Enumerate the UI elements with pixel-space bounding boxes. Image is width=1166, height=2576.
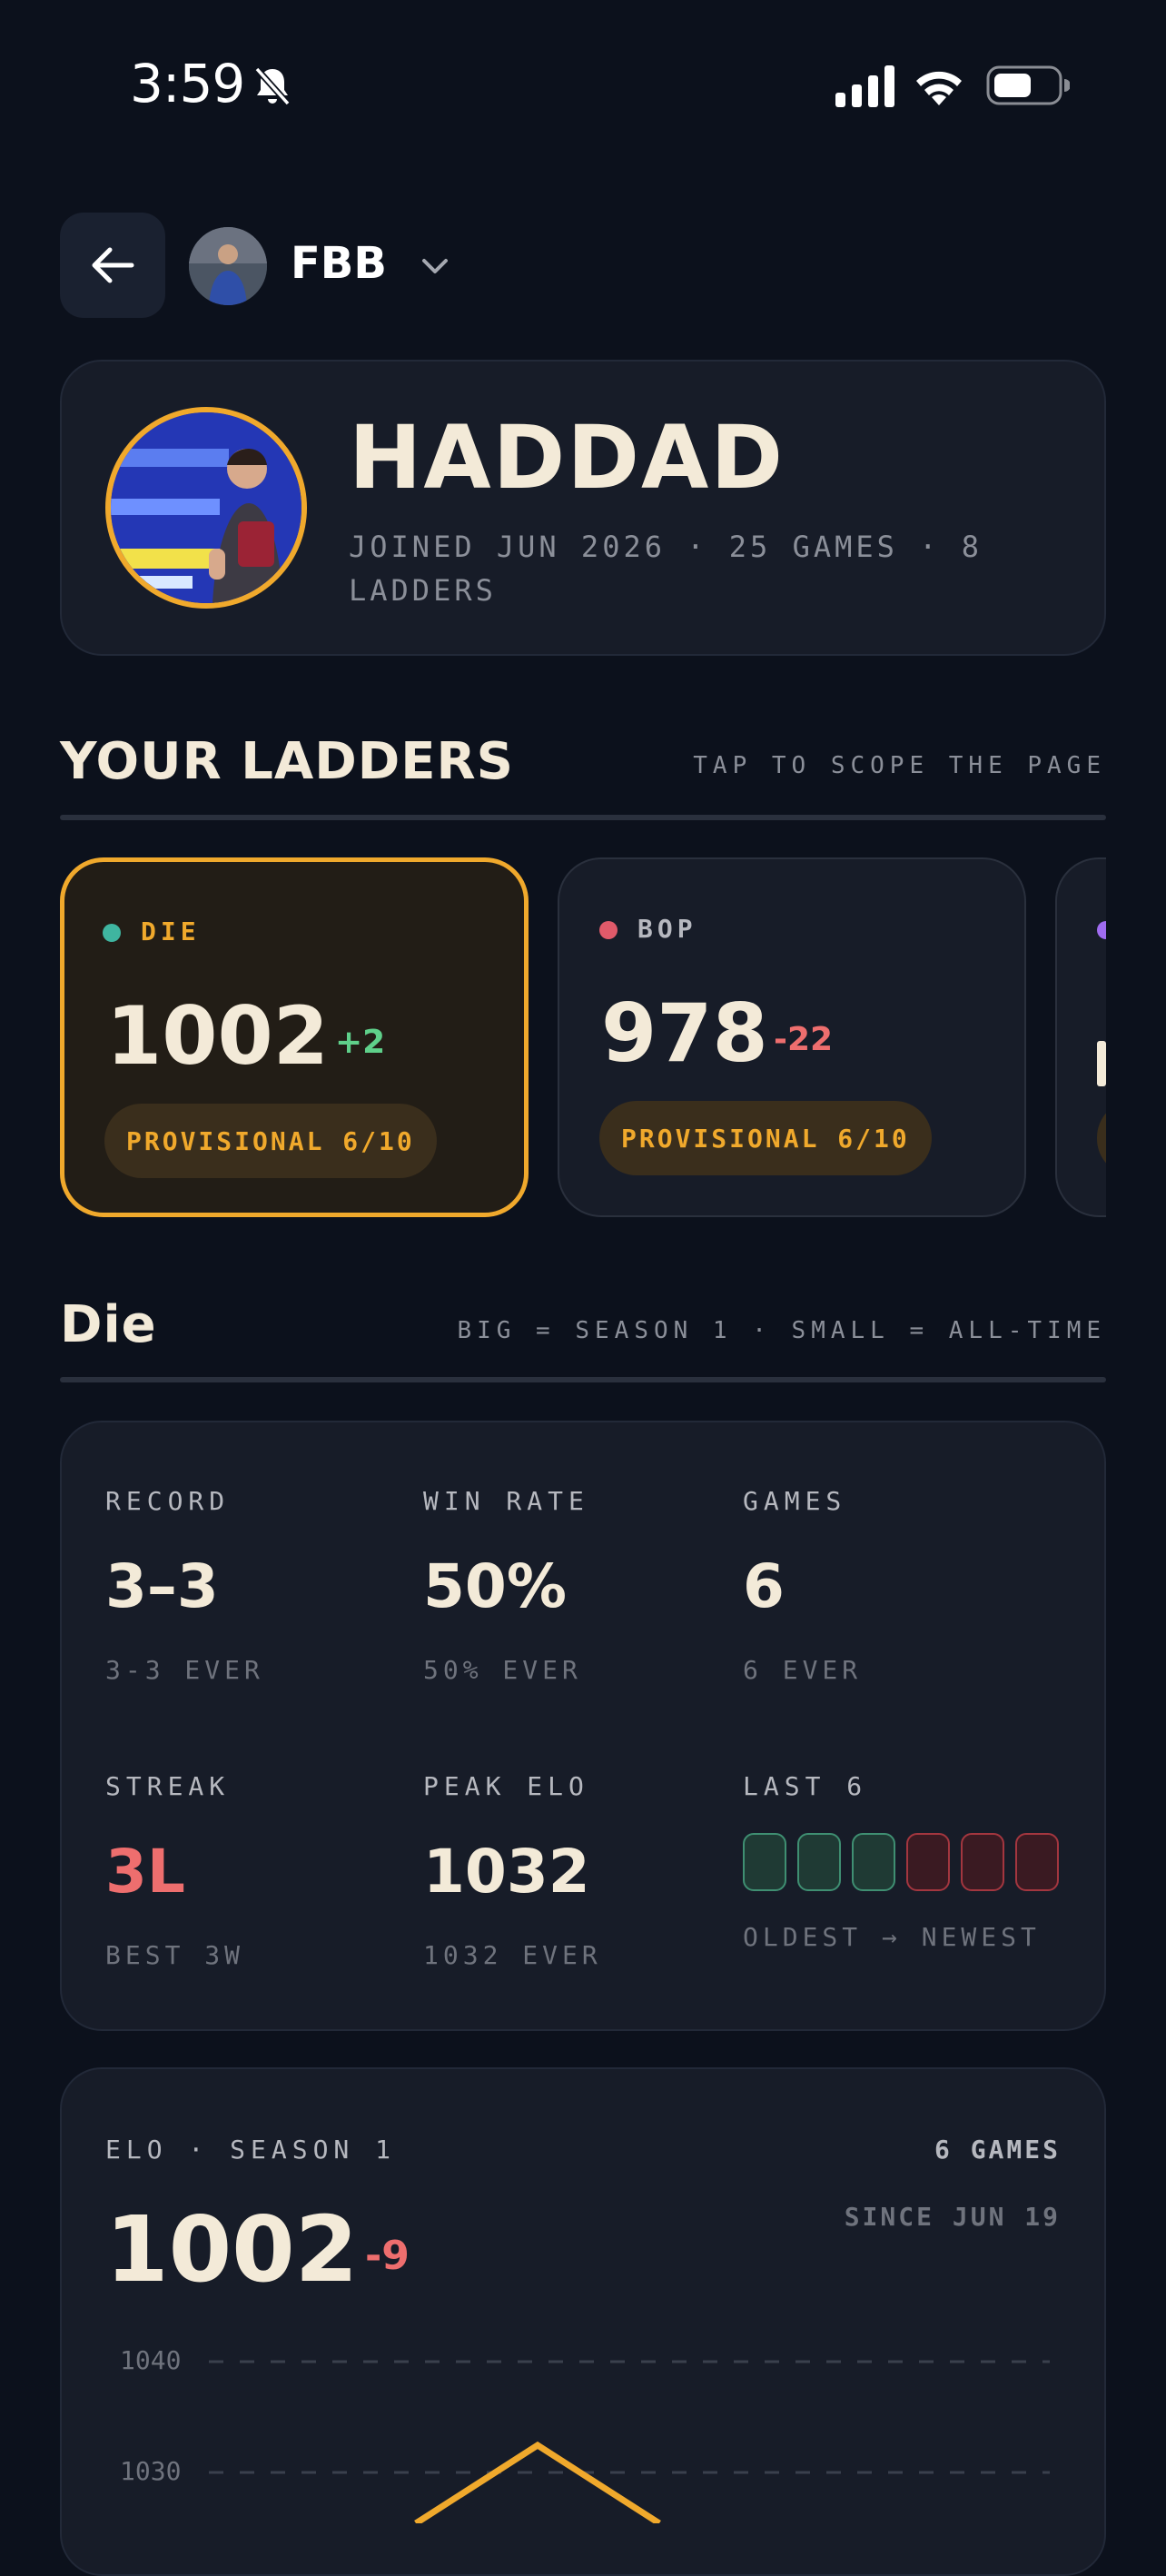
battery-icon (986, 65, 1070, 105)
ladder-dot-partial (1097, 921, 1106, 939)
elo-line (414, 2441, 661, 2523)
elo-card-label: ELO · SEASON 1 (105, 2135, 397, 2165)
recent-form-row (743, 1833, 1062, 1891)
wifi-icon (916, 71, 962, 105)
ladder-carousel[interactable]: DIE 1002 +2 PROVISIONAL 6/10 BOP 978 -22… (0, 817, 1106, 1235)
ladder-status-pill: PROVISIONAL 6/10 (104, 1104, 437, 1178)
back-button[interactable] (60, 213, 165, 318)
form-box-win (797, 1833, 841, 1891)
peak-elo-value: 1032 (423, 1837, 590, 1907)
win-rate-value: 50% (423, 1551, 567, 1621)
ladder-dot-bop (599, 921, 618, 939)
player-name: HADDAD (349, 407, 785, 509)
record-label: RECORD (105, 1486, 231, 1516)
record-value: 3–3 (105, 1551, 219, 1621)
streak-value: 3L (105, 1837, 185, 1907)
last-games-sub: OLDEST → NEWEST (743, 1922, 1041, 1952)
record-sub: 3-3 EVER (105, 1655, 264, 1685)
scope-title: Die (60, 1295, 157, 1354)
ladder-label: BOP (637, 914, 697, 944)
streak-label: STREAK (105, 1771, 231, 1801)
ladders-section-title: YOUR LADDERS (60, 732, 514, 791)
win-rate-label: WIN RATE (423, 1486, 589, 1516)
group-avatar[interactable] (189, 227, 267, 305)
ladder-card-partial[interactable] (1055, 857, 1106, 1217)
elo-chart (209, 2360, 1050, 2523)
scope-hint: BIG = SEASON 1 · SMALL = ALL-TIME (457, 1317, 1106, 1344)
games-label: GAMES (743, 1486, 847, 1516)
status-time: 3:59 (130, 53, 245, 114)
peak-elo-label: PEAK ELO (423, 1771, 589, 1801)
group-name[interactable]: FBB (291, 238, 387, 289)
last-games-label: LAST 6 (743, 1771, 868, 1801)
ladder-elo-partial (1097, 1041, 1106, 1086)
ladder-status-pill-partial (1097, 1101, 1106, 1175)
games-sub: 6 EVER (743, 1655, 863, 1685)
ladder-elo: 1002 (106, 989, 329, 1083)
ladder-elo: 978 (601, 986, 768, 1080)
form-box-win (852, 1833, 895, 1891)
ladders-section-hint: TAP TO SCOPE THE PAGE (693, 752, 1106, 779)
ladder-card-die[interactable]: DIE 1002 +2 PROVISIONAL 6/10 (60, 857, 529, 1217)
elo-card-delta: -9 (365, 2233, 410, 2279)
ladder-status-pill: PROVISIONAL 6/10 (599, 1101, 932, 1175)
form-box-win (743, 1833, 786, 1891)
bell-muted-icon (254, 66, 291, 106)
elo-card-since: SINCE JUN 19 (844, 2202, 1061, 2232)
form-box-loss (961, 1833, 1004, 1891)
player-avatar (105, 407, 307, 609)
ladder-label: DIE (141, 916, 201, 946)
player-meta: JOINED JUN 2026 · 25 GAMES · 8 LADDERS (349, 530, 983, 608)
win-rate-sub: 50% EVER (423, 1655, 582, 1685)
ladder-delta: +2 (335, 1024, 386, 1061)
ladder-delta: -22 (774, 1021, 834, 1058)
arrow-left-icon (92, 247, 134, 283)
peak-elo-sub: 1032 EVER (423, 1940, 602, 1970)
scope-divider (60, 1377, 1106, 1382)
ladder-card-bop[interactable]: BOP 978 -22 PROVISIONAL 6/10 (558, 857, 1026, 1217)
form-box-loss (906, 1833, 950, 1891)
group-avatar-image (189, 227, 267, 305)
games-value: 6 (743, 1551, 785, 1621)
player-avatar-image (111, 412, 301, 603)
form-box-loss (1015, 1833, 1059, 1891)
cellular-signal-icon (835, 65, 894, 107)
elo-card-games: 6 GAMES (934, 2135, 1061, 2165)
streak-sub: BEST 3W (105, 1940, 245, 1970)
ladder-dot-die (103, 924, 121, 942)
chevron-down-icon[interactable] (420, 256, 450, 276)
elo-card-value: 1002 (105, 2196, 359, 2303)
